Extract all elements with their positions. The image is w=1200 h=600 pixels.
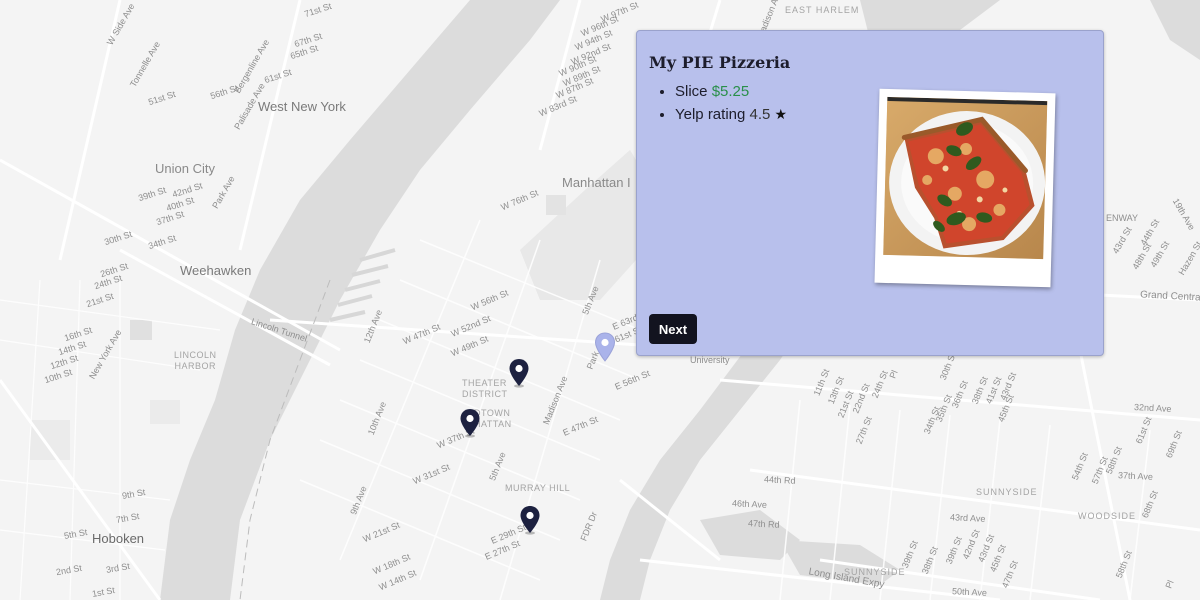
next-button[interactable]: Next: [649, 314, 697, 344]
map-label: EAST HARLEM: [785, 5, 860, 15]
map-label: 32nd Ave: [1133, 402, 1172, 414]
map-pin-active[interactable]: [594, 332, 616, 362]
pizzeria-info-card: My PIE Pizzeria Slice $5.25 Yelp rating …: [636, 30, 1104, 356]
slice-price-item: Slice $5.25: [675, 83, 787, 101]
pizzeria-details-list: Slice $5.25 Yelp rating 4.5 ★: [649, 83, 787, 128]
map-pin-icon: [594, 332, 616, 362]
pizza-photo-image: [883, 96, 1048, 260]
slice-price: $5.25: [711, 83, 750, 100]
map-pin-icon: [509, 359, 529, 388]
map-label: 44th Rd: [763, 474, 796, 486]
map-label: WOODSIDE: [1078, 511, 1137, 521]
pizzeria-name: My PIE Pizzeria: [649, 53, 791, 72]
map-label: ENWAY: [1106, 213, 1139, 223]
star-icon: ★: [774, 106, 788, 122]
map-pin[interactable]: [459, 408, 481, 438]
map-pin[interactable]: [508, 358, 530, 388]
rating-value: 4.5: [749, 106, 771, 123]
map-label: 50th Ave: [951, 586, 988, 598]
map-label: THEATER DISTRICT: [462, 378, 508, 399]
map-label: Weehawken: [180, 263, 252, 278]
map-label: Manhattan I: [562, 175, 631, 190]
slice-label: Slice: [675, 83, 708, 100]
map-label: MURRAY HILL: [505, 483, 571, 493]
map-pin[interactable]: [519, 505, 541, 535]
map-label: Hoboken: [92, 531, 145, 546]
rating-label: Yelp rating: [675, 106, 746, 123]
map-label: West New York: [258, 99, 346, 114]
map-pin-icon: [520, 506, 540, 535]
map-label: University: [690, 355, 730, 365]
map-label: Union City: [155, 161, 215, 176]
map-label: 46th Ave: [731, 498, 768, 510]
map-label: SUNNYSIDE: [976, 487, 1038, 497]
map-label: 37th Ave: [1117, 470, 1154, 482]
map-label: 43rd Ave: [949, 512, 986, 524]
map-canvas[interactable]: W 97th St W 96th St W 94th St W 92nd St …: [0, 0, 1200, 600]
map-pin-icon: [460, 409, 480, 438]
yelp-rating-item: Yelp rating 4.5 ★: [675, 105, 787, 124]
map-label: LINCOLN HARBOR: [174, 350, 217, 371]
pizza-photo: [874, 88, 1056, 288]
map-label: 47th Rd: [747, 518, 780, 530]
